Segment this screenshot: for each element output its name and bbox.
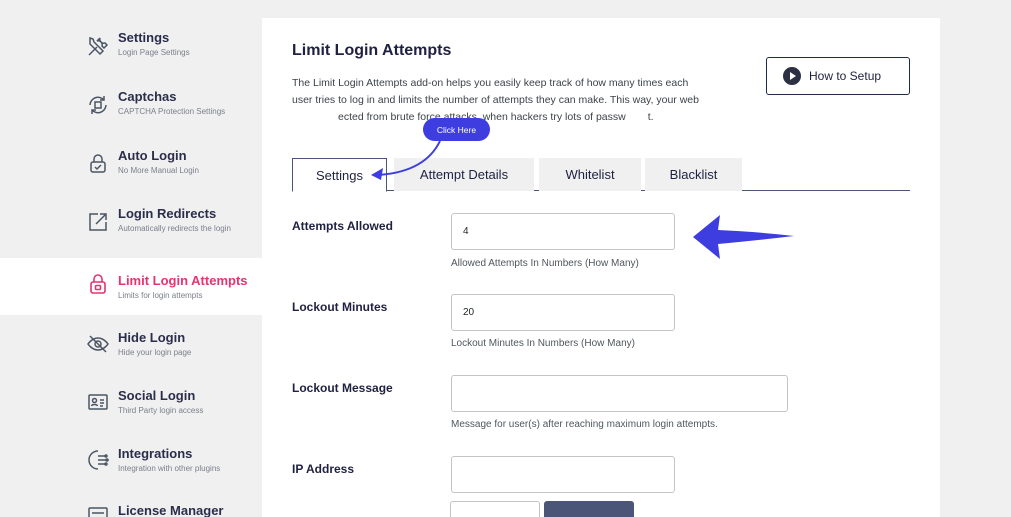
annotation-arrows — [371, 140, 794, 259]
field-pointer-arrow — [693, 215, 794, 259]
callout-pointer-arrow — [377, 140, 441, 176]
callout-pointer-arrowhead — [371, 168, 383, 180]
